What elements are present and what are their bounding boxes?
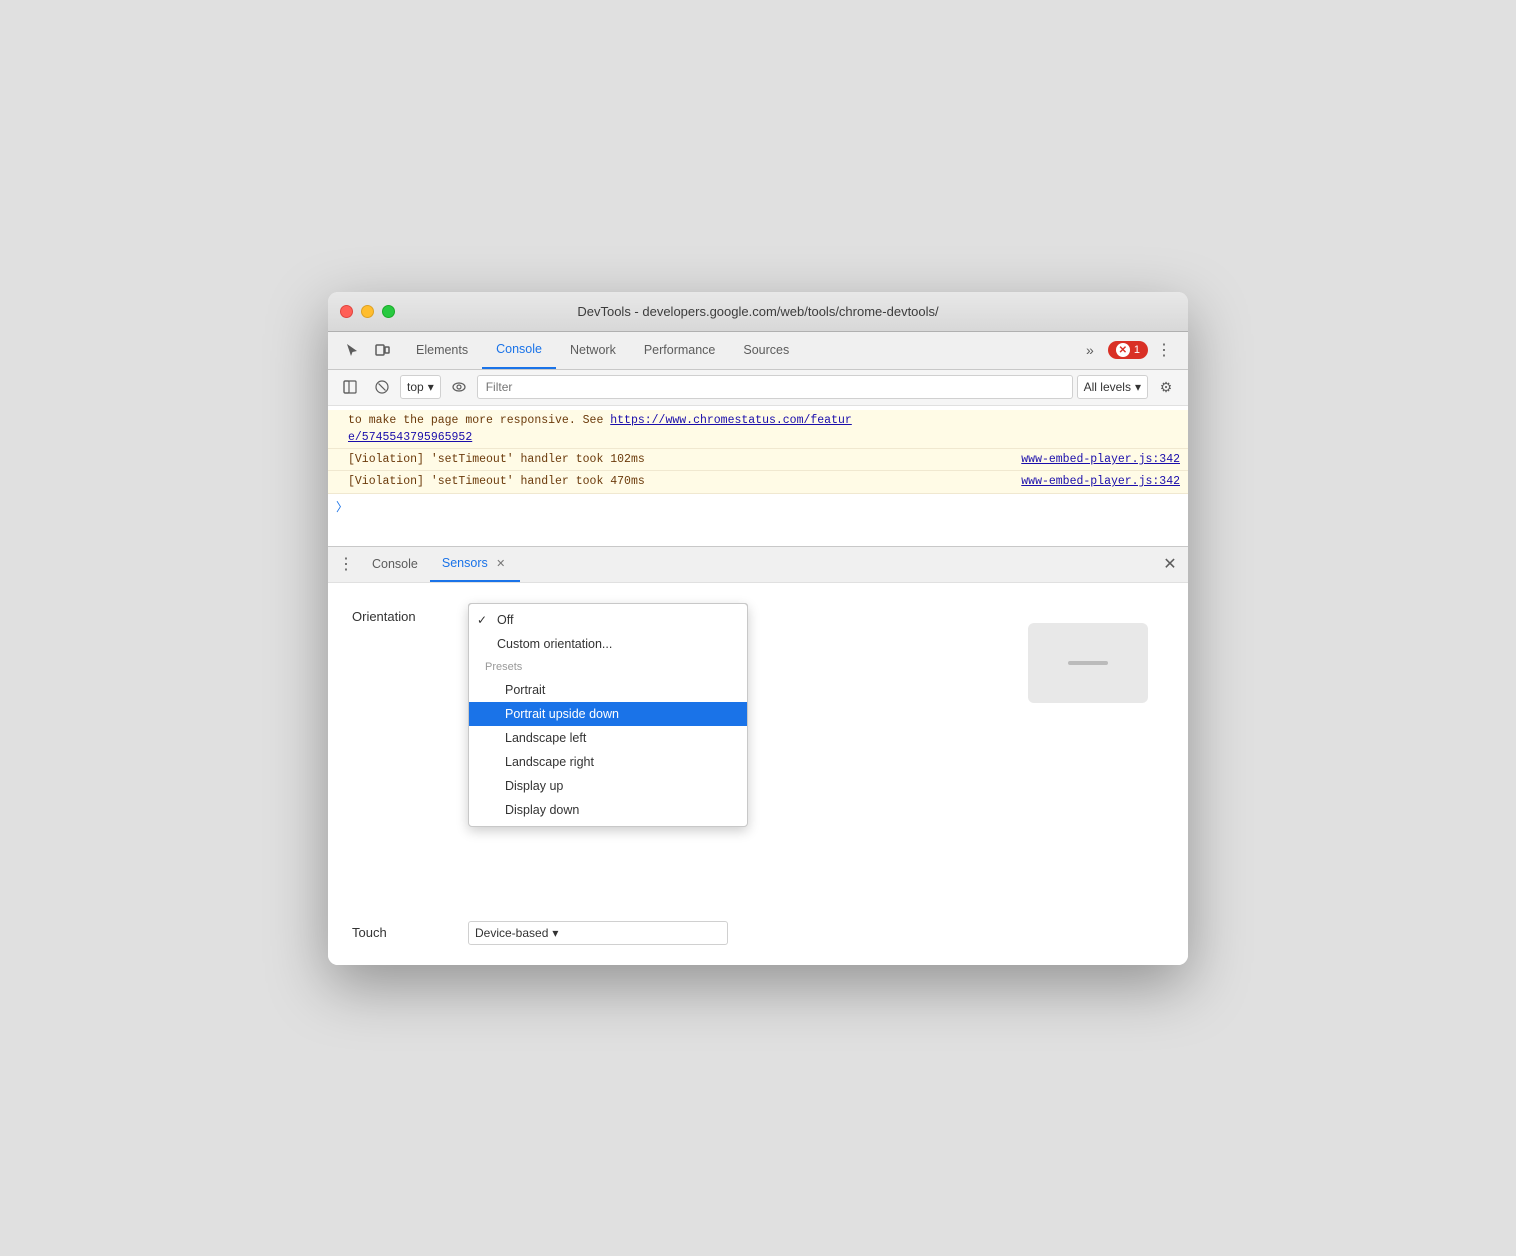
dropdown-item-off[interactable]: Off xyxy=(469,608,747,632)
sensors-content: Orientation Portrait upside down ▾ Off C… xyxy=(328,583,1188,965)
dropdown-item-landscape-right[interactable]: Landscape right xyxy=(469,750,747,774)
console-toolbar: top ▾ All levels ▾ ⚙ xyxy=(328,370,1188,406)
dropdown-item-display-up[interactable]: Display up xyxy=(469,774,747,798)
tabs-right-actions: » ✕ 1 ⋮ xyxy=(1076,336,1184,364)
violation-2-source[interactable]: www-embed-player.js:342 xyxy=(1021,473,1180,490)
chromestatus-link-2[interactable]: e/5745543795965952 xyxy=(348,431,472,444)
dropdown-item-custom[interactable]: Custom orientation... xyxy=(469,632,747,656)
dropdown-item-landscape-left[interactable]: Landscape left xyxy=(469,726,747,750)
console-output: to make the page more responsive. See ht… xyxy=(328,406,1188,546)
drawer-tab-sensors[interactable]: Sensors ✕ xyxy=(430,546,520,582)
touch-select[interactable]: Device-based ▾ xyxy=(468,921,728,945)
violation-1-source[interactable]: www-embed-player.js:342 xyxy=(1021,451,1180,468)
dropdown-item-portrait[interactable]: Portrait xyxy=(469,678,747,702)
tab-sources[interactable]: Sources xyxy=(729,331,803,369)
more-tabs-button[interactable]: » xyxy=(1076,336,1104,364)
filter-input[interactable] xyxy=(477,375,1073,399)
chromestatus-link[interactable]: https://www.chromestatus.com/featur xyxy=(610,414,852,427)
console-line-violation-1: [Violation] 'setTimeout' handler took 10… xyxy=(328,449,1188,471)
window-title: DevTools - developers.google.com/web/too… xyxy=(577,304,938,319)
tab-console[interactable]: Console xyxy=(482,331,556,369)
devtools-window: DevTools - developers.google.com/web/too… xyxy=(328,292,1188,965)
drawer-menu-button[interactable]: ⋮ xyxy=(332,550,360,578)
console-expand-button[interactable]: 〉 xyxy=(328,494,1188,519)
sidebar-toggle-button[interactable] xyxy=(336,373,364,401)
context-select[interactable]: top ▾ xyxy=(400,375,441,399)
main-tabs-bar: Elements Console Network Performance Sou… xyxy=(328,332,1188,370)
tab-network[interactable]: Network xyxy=(556,331,630,369)
clear-console-button[interactable] xyxy=(368,373,396,401)
dropdown-item-portrait-upside-down[interactable]: Portrait upside down xyxy=(469,702,747,726)
console-line-url: to make the page more responsive. See ht… xyxy=(328,410,1188,450)
minimize-button[interactable] xyxy=(361,305,374,318)
settings-gear-button[interactable]: ⚙ xyxy=(1152,373,1180,401)
error-badge[interactable]: ✕ 1 xyxy=(1108,341,1148,359)
drawer-tab-close-icon[interactable]: ✕ xyxy=(494,556,508,570)
device-toggle-icon[interactable] xyxy=(368,336,396,364)
traffic-lights xyxy=(340,305,395,318)
maximize-button[interactable] xyxy=(382,305,395,318)
title-bar: DevTools - developers.google.com/web/too… xyxy=(328,292,1188,332)
drawer-tab-console[interactable]: Console xyxy=(360,546,430,582)
drawer-close-button[interactable]: ✕ xyxy=(1156,550,1184,578)
bottom-drawer-panel: ⋮ Console Sensors ✕ ✕ Orientation Portra… xyxy=(328,546,1188,965)
dropdown-item-display-down[interactable]: Display down xyxy=(469,798,747,822)
levels-select[interactable]: All levels ▾ xyxy=(1077,375,1148,399)
orientation-label: Orientation xyxy=(352,609,452,624)
tab-performance[interactable]: Performance xyxy=(630,331,730,369)
orientation-dropdown-menu: Off Custom orientation... Presets Portra… xyxy=(468,603,748,827)
touch-row: Touch Device-based ▾ xyxy=(352,921,1164,945)
tab-toolbar-icons xyxy=(332,336,402,364)
main-tabs-list: Elements Console Network Performance Sou… xyxy=(402,331,1076,369)
error-icon: ✕ xyxy=(1116,343,1130,357)
dropdown-section-presets: Presets xyxy=(469,656,747,678)
drawer-tabs-bar: ⋮ Console Sensors ✕ ✕ xyxy=(328,547,1188,583)
close-button[interactable] xyxy=(340,305,353,318)
tab-elements[interactable]: Elements xyxy=(402,331,482,369)
console-line-violation-2: [Violation] 'setTimeout' handler took 47… xyxy=(328,471,1188,493)
cursor-icon[interactable] xyxy=(338,336,366,364)
eye-icon[interactable] xyxy=(445,373,473,401)
phone-notch xyxy=(1068,661,1108,665)
orientation-dropdown-container: Portrait upside down ▾ Off Custom orient… xyxy=(468,603,748,631)
phone-mockup xyxy=(1028,623,1148,703)
orientation-row: Orientation Portrait upside down ▾ Off C… xyxy=(352,603,1164,631)
more-options-button[interactable]: ⋮ xyxy=(1152,338,1176,362)
touch-label: Touch xyxy=(352,925,452,940)
